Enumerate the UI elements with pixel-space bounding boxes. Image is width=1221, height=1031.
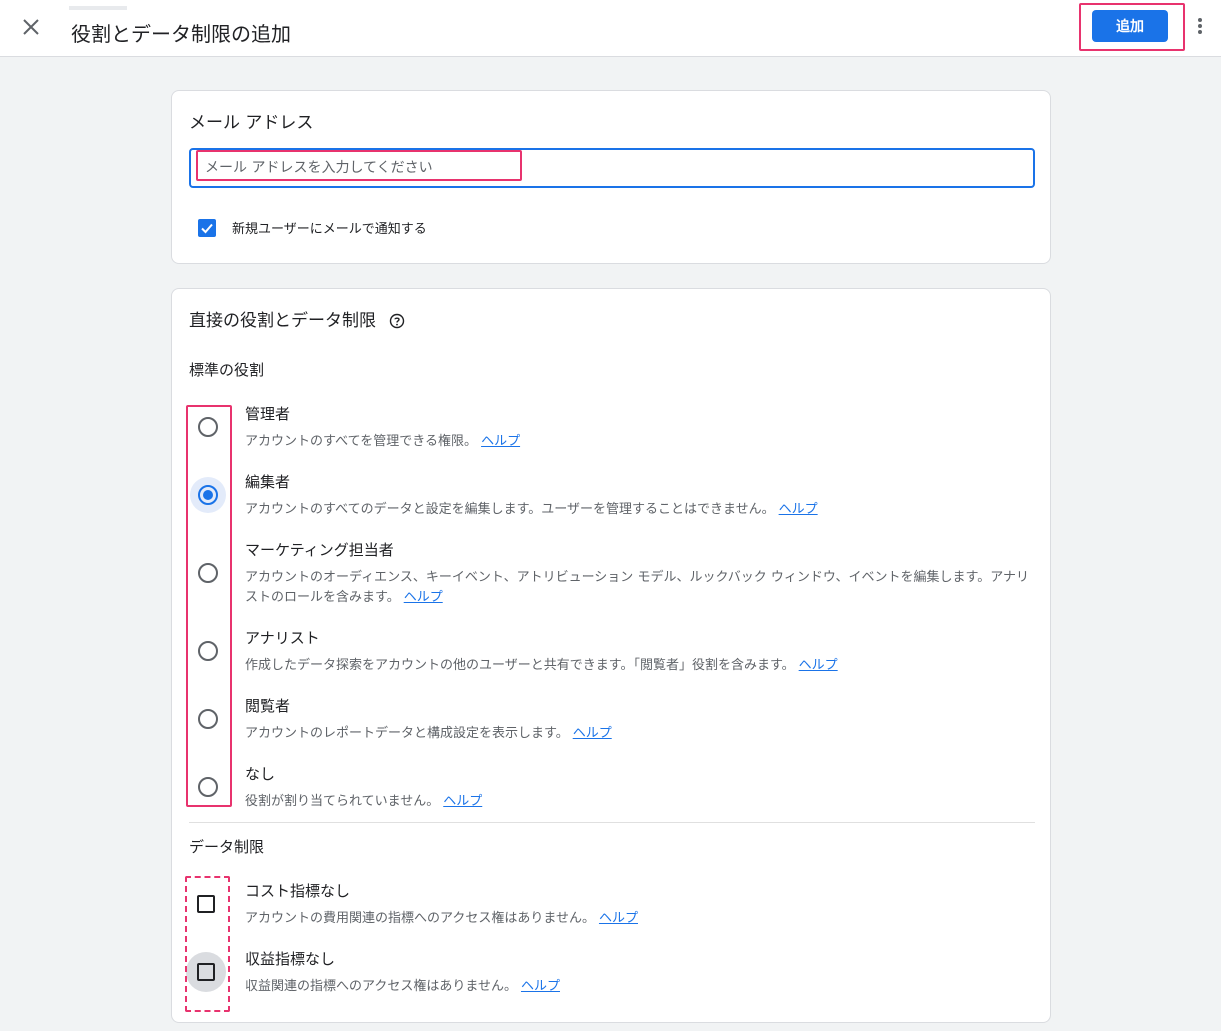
role-desc: 役割が割り当てられていません。 ヘルプ [245, 794, 483, 809]
page-title: 役割とデータ制限の追加 [71, 22, 291, 46]
role-marketer[interactable]: マーケティング担当者 アカウントのオーディエンス、キーイベント、アトリビューショ… [245, 539, 1030, 608]
role-name: 閲覧者 [245, 697, 291, 715]
role-name: なし [245, 765, 276, 783]
role-name: アナリスト [245, 629, 320, 647]
email-input-highlight [196, 150, 522, 181]
role-none[interactable]: なし 役割が割り当てられていません。 ヘルプ [245, 763, 1030, 812]
add-button-highlight [1079, 3, 1185, 51]
role-editor[interactable]: 編集者 アカウントのすべてのデータと設定を編集します。ユーザーを管理することはで… [245, 471, 1030, 520]
notify-checkbox[interactable] [198, 218, 216, 237]
check-icon [201, 223, 213, 233]
role-analyst[interactable]: アナリスト 作成したデータ探索をアカウントの他のユーザーと共有できます。「閲覧者… [245, 627, 1030, 676]
role-name: マーケティング担当者 [245, 541, 394, 559]
role-name: 編集者 [245, 473, 291, 491]
close-icon[interactable] [19, 15, 43, 39]
role-desc: アカウントのすべてのデータと設定を編集します。ユーザーを管理することはできません… [245, 502, 818, 517]
title-tab-indicator [69, 6, 127, 10]
restriction-name: コスト指標なし [245, 882, 351, 900]
checkbox-group-highlight [185, 876, 230, 1012]
roles-section-title-row: 直接の役割とデータ制限 [189, 306, 405, 331]
role-desc: アカウントのオーディエンス、キーイベント、アトリビューション モデル、ルックバッ… [245, 570, 1029, 605]
roles-section-title: 直接の役割とデータ制限 [189, 311, 376, 331]
help-link[interactable]: ヘルプ [443, 794, 482, 809]
notify-row: 新規ユーザーにメールで通知する [198, 218, 427, 237]
notify-label: 新規ユーザーにメールで通知する [232, 222, 427, 237]
restriction-desc: 収益関連の指標へのアクセス権はありません。 ヘルプ [245, 979, 560, 994]
top-bar: 役割とデータ制限の追加 追加 [0, 0, 1221, 57]
roles-card: 直接の役割とデータ制限 標準の役割 管理者 アカウントのすべてを管理できる権限。… [171, 288, 1051, 1023]
restriction-name: 収益指標なし [245, 950, 336, 968]
restriction-desc: アカウントの費用関連の指標へのアクセス権はありません。 ヘルプ [245, 911, 638, 926]
help-link[interactable]: ヘルプ [521, 979, 560, 994]
help-link[interactable]: ヘルプ [599, 911, 638, 926]
email-section-title: メール アドレス [189, 113, 314, 133]
radio-group-highlight [186, 405, 232, 807]
standard-roles-label: 標準の役割 [189, 361, 265, 379]
restriction-no-cost[interactable]: コスト指標なし アカウントの費用関連の指標へのアクセス権はありません。 ヘルプ [245, 880, 1030, 929]
role-name: 管理者 [245, 405, 291, 423]
role-desc: 作成したデータ探索をアカウントの他のユーザーと共有できます。「閲覧者」役割を含み… [245, 658, 838, 673]
role-desc: アカウントのすべてを管理できる権限。 ヘルプ [245, 434, 521, 449]
role-viewer[interactable]: 閲覧者 アカウントのレポートデータと構成設定を表示します。 ヘルプ [245, 695, 1030, 744]
help-link[interactable]: ヘルプ [404, 590, 443, 605]
help-link[interactable]: ヘルプ [799, 658, 838, 673]
help-link[interactable]: ヘルプ [779, 502, 818, 517]
help-link[interactable]: ヘルプ [481, 434, 520, 449]
help-link[interactable]: ヘルプ [573, 726, 612, 741]
role-admin[interactable]: 管理者 アカウントのすべてを管理できる権限。 ヘルプ [245, 403, 1030, 452]
more-vert-icon[interactable] [1192, 14, 1208, 38]
restriction-no-revenue[interactable]: 収益指標なし 収益関連の指標へのアクセス権はありません。 ヘルプ [245, 948, 1030, 997]
role-desc: アカウントのレポートデータと構成設定を表示します。 ヘルプ [245, 726, 612, 741]
divider [189, 822, 1035, 823]
data-restrictions-label: データ制限 [189, 838, 265, 856]
help-icon[interactable] [389, 313, 405, 329]
